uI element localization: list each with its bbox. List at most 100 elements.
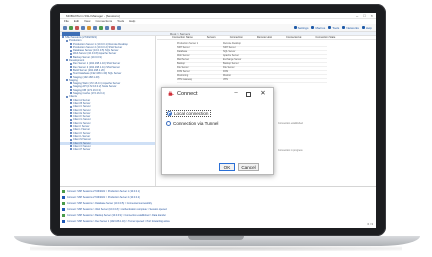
server-icon — [70, 89, 72, 92]
server-icon — [70, 52, 72, 55]
server-icon — [70, 138, 72, 141]
server-icon — [70, 145, 72, 148]
search-icon[interactable] — [105, 25, 109, 30]
grid-row-divider — [177, 45, 327, 47]
log-entry-text: Connect: SSH Sessions > Web Server (10.0… — [67, 208, 167, 211]
grid-row-divider — [177, 57, 327, 59]
local-connection-option[interactable]: Local connection — [166, 110, 212, 117]
grid-column-header[interactable]: Connection Name — [172, 36, 193, 39]
log-entry[interactable]: Connect: SSH Sessions 27/49/2021 > Produ… — [62, 195, 374, 200]
server-icon — [70, 105, 72, 108]
server-icon — [70, 75, 72, 78]
toolbar-settings[interactable]: Settings — [293, 25, 309, 30]
server-icon — [70, 102, 72, 105]
settings-icon[interactable] — [117, 25, 121, 30]
server-icon — [70, 62, 72, 65]
help-icon — [361, 26, 365, 29]
log-entry[interactable]: Connect: SSH Sessions > Web Server (10.0… — [62, 207, 374, 212]
dialog-maximize-button[interactable] — [246, 92, 251, 97]
server-icon — [70, 128, 72, 131]
server-icon — [66, 39, 68, 42]
refresh-icon[interactable] — [99, 25, 103, 30]
dialog-minimize-button[interactable]: – — [232, 89, 240, 98]
grid-row-divider — [177, 65, 327, 67]
macro-icon — [311, 26, 315, 29]
log-status-icon — [62, 213, 65, 217]
toolbar-help-label: Help — [365, 25, 372, 30]
server-icon — [70, 118, 72, 121]
delete-icon[interactable] — [111, 25, 115, 30]
laptop-notch — [188, 236, 244, 240]
log-entry-text: Connect: SSH Sessions 27/49/2021 > Produ… — [67, 190, 140, 193]
dialog-close-button[interactable]: ✕ — [259, 89, 267, 98]
server-icon — [70, 148, 72, 151]
server-icon — [62, 36, 64, 39]
local-connection-label: Local connection — [174, 111, 209, 116]
disconnect-icon[interactable] — [75, 25, 79, 30]
log-status-icon — [62, 201, 65, 205]
server-icon — [70, 98, 72, 101]
server-icon — [70, 85, 72, 88]
ok-button[interactable]: OK — [219, 163, 235, 171]
server-icon — [66, 59, 68, 62]
laptop-shadow — [30, 246, 402, 251]
server-icon — [70, 49, 72, 52]
log-status-icon — [62, 195, 65, 199]
grid-row-divider — [177, 73, 327, 75]
folder-icon[interactable] — [81, 25, 85, 30]
server-icon — [70, 125, 72, 128]
server-icon — [70, 46, 72, 49]
server-icon — [70, 108, 72, 111]
edit-icon[interactable] — [87, 25, 91, 30]
server-icon — [70, 56, 72, 59]
toolbar-networks-label: Networks — [346, 25, 359, 30]
log-entry[interactable]: Connect: SSH Sessions 27/49/2021 > Produ… — [62, 189, 374, 194]
log-entry-text: Connect: SSH Sessions > Backup Server (1… — [67, 214, 166, 217]
connect-plug-icon — [168, 91, 174, 96]
tunnel-connection-option[interactable]: Connection via Tunnel — [166, 120, 218, 127]
toolbar-macros-label: Macros — [315, 25, 326, 30]
log-entry[interactable]: Connect: SSH Sessions > Backup Server (1… — [62, 213, 374, 218]
wrench-icon — [328, 26, 332, 29]
server-icon — [70, 82, 72, 85]
toolbar-right: Settings Macros Tools Networks Help — [293, 24, 372, 31]
tree-item-label: Client P Server — [73, 148, 91, 152]
grid-row-divider — [177, 53, 327, 55]
grid-column-header[interactable]: Remote Host — [257, 36, 272, 39]
grid-row-divider — [177, 77, 327, 79]
grid-row-divider — [177, 61, 327, 63]
new-session-icon[interactable] — [63, 25, 67, 30]
server-icon — [70, 65, 72, 68]
toolbar-help[interactable]: Help — [361, 25, 372, 30]
grid-column-header[interactable]: Connection State — [315, 36, 335, 39]
server-icon — [66, 79, 68, 82]
log-entry[interactable]: Connect: SSH Sessions > Database Server … — [62, 201, 374, 206]
log-entry-text: Connect: SSH Sessions > Database Server … — [67, 202, 152, 205]
grid-column-header[interactable]: Connection — [230, 36, 243, 39]
grid-header: Connection Name Servers Connection Remote H… — [157, 36, 376, 40]
tree-item[interactable]: Client P Server — [60, 148, 155, 151]
toolbar-tools[interactable]: Tools — [328, 26, 339, 30]
log-status-icon — [62, 219, 65, 223]
server-icon — [70, 141, 72, 144]
log-entry-text: Connect: SSH Sessions 27/49/2021 > Produ… — [67, 196, 140, 199]
toolbar-settings-label: Settings — [297, 25, 309, 30]
connect-icon[interactable] — [69, 25, 73, 30]
toolbar-networks[interactable]: Networks — [342, 26, 359, 30]
log-status-icon — [62, 207, 65, 211]
grid-note: Connection established — [278, 122, 303, 125]
copy-icon[interactable] — [93, 25, 97, 30]
grid-column-header[interactable]: Connected at — [286, 36, 301, 39]
network-icon — [342, 26, 346, 29]
server-icon — [70, 115, 72, 118]
session-tree: SSH Sessions (27/49/2021) Production Produ… — [60, 36, 156, 186]
grid-column-header[interactable]: Servers — [207, 36, 216, 39]
grid-row-divider — [177, 69, 327, 71]
local-connection-radio[interactable] — [167, 111, 172, 116]
tunnel-connection-radio[interactable] — [166, 121, 171, 126]
server-icon — [70, 69, 72, 72]
log-entry[interactable]: Connect: SSH Sessions > Dev Server 1 (19… — [62, 219, 374, 224]
server-icon — [70, 112, 72, 115]
cancel-button[interactable]: Cancel — [238, 163, 259, 171]
toolbar-macros[interactable]: Macros — [311, 26, 325, 30]
